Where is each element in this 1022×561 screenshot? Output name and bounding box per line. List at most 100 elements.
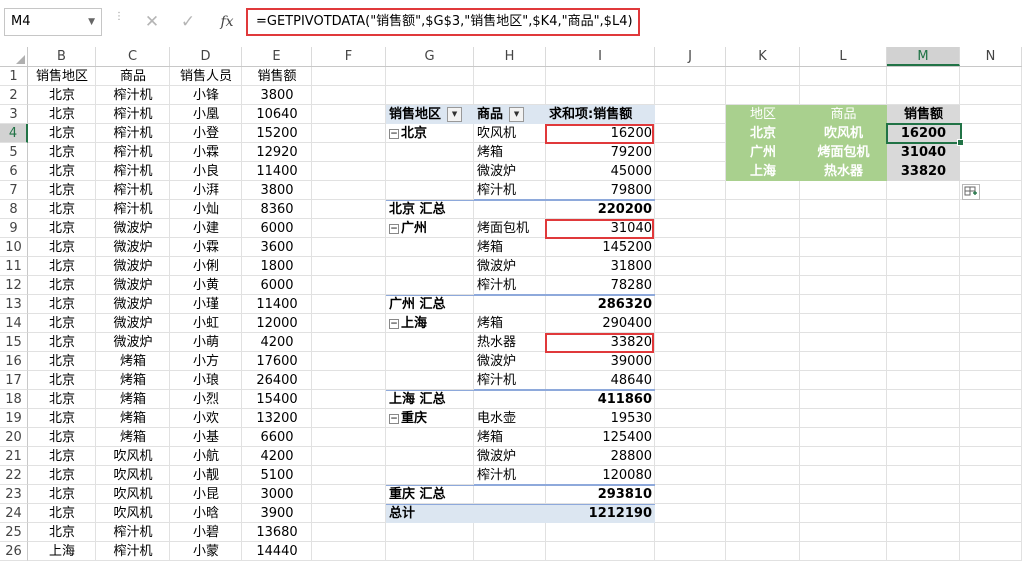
select-all-button[interactable] (0, 47, 28, 67)
source-data-cell[interactable]: 26400 (242, 371, 312, 390)
source-data-cell[interactable]: 榨汁机 (96, 200, 170, 219)
source-data-cell[interactable]: 小基 (170, 428, 242, 447)
source-data-cell[interactable]: 北京 (28, 238, 96, 257)
row-header-24[interactable]: 24 (0, 504, 28, 523)
source-data-cell[interactable]: 小烈 (170, 390, 242, 409)
source-data-cell[interactable]: 小欢 (170, 409, 242, 428)
source-data-cell[interactable]: 小碧 (170, 523, 242, 542)
source-data-cell[interactable]: 小方 (170, 352, 242, 371)
pivot-product-cell[interactable]: 热水器 (474, 333, 546, 352)
source-data-cell[interactable]: 北京 (28, 143, 96, 162)
row-header-20[interactable]: 20 (0, 428, 28, 447)
source-data-cell[interactable]: 6600 (242, 428, 312, 447)
source-header-cell[interactable]: 销售人员 (170, 67, 242, 86)
column-header-j[interactable]: J (655, 47, 726, 66)
source-data-cell[interactable]: 烤箱 (96, 352, 170, 371)
source-data-cell[interactable]: 小凰 (170, 105, 242, 124)
source-data-cell[interactable]: 3900 (242, 504, 312, 523)
source-data-cell[interactable]: 小昆 (170, 485, 242, 504)
row-header-17[interactable]: 17 (0, 371, 28, 390)
column-header-c[interactable]: C (96, 47, 170, 66)
source-data-cell[interactable]: 北京 (28, 466, 96, 485)
source-data-cell[interactable]: 烤箱 (96, 409, 170, 428)
row-header-7[interactable]: 7 (0, 181, 28, 200)
source-data-cell[interactable]: 榨汁机 (96, 105, 170, 124)
source-data-cell[interactable]: 13680 (242, 523, 312, 542)
source-header-cell[interactable]: 销售地区 (28, 67, 96, 86)
collapse-icon[interactable]: − (389, 223, 399, 234)
column-header-k[interactable]: K (726, 47, 800, 66)
source-data-cell[interactable]: 小锋 (170, 86, 242, 105)
source-data-cell[interactable]: 北京 (28, 219, 96, 238)
source-data-cell[interactable]: 小晗 (170, 504, 242, 523)
source-data-cell[interactable]: 榨汁机 (96, 124, 170, 143)
source-data-cell[interactable]: 北京 (28, 86, 96, 105)
pivot-header-region[interactable]: 销售地区 ▼ (386, 105, 474, 124)
pivot-product-cell[interactable]: 烤面包机 (474, 219, 546, 238)
pivot-header-sum[interactable]: 求和项:销售额 (546, 105, 655, 124)
source-data-cell[interactable]: 北京 (28, 162, 96, 181)
source-data-cell[interactable]: 北京 (28, 333, 96, 352)
source-data-cell[interactable]: 北京 (28, 181, 96, 200)
filter-dropdown-icon[interactable]: ▼ (509, 107, 525, 122)
row-header-12[interactable]: 12 (0, 276, 28, 295)
source-data-cell[interactable]: 北京 (28, 314, 96, 333)
source-data-cell[interactable]: 小蒙 (170, 542, 242, 561)
row-header-10[interactable]: 10 (0, 238, 28, 257)
source-data-cell[interactable]: 5100 (242, 466, 312, 485)
row-header-2[interactable]: 2 (0, 86, 28, 105)
source-data-cell[interactable]: 烤箱 (96, 428, 170, 447)
row-header-9[interactable]: 9 (0, 219, 28, 238)
source-data-cell[interactable]: 榨汁机 (96, 86, 170, 105)
pivot-subtotal-label[interactable]: 重庆 汇总 (386, 485, 474, 504)
chevron-down-icon[interactable]: ▼ (88, 9, 95, 35)
source-data-cell[interactable]: 小萌 (170, 333, 242, 352)
pivot-region-cell[interactable]: − 重庆 (386, 409, 474, 428)
source-data-cell[interactable]: 11400 (242, 295, 312, 314)
row-header-26[interactable]: 26 (0, 542, 28, 561)
collapse-icon[interactable]: − (389, 128, 399, 139)
source-data-cell[interactable]: 13200 (242, 409, 312, 428)
source-header-cell[interactable]: 商品 (96, 67, 170, 86)
lookup-header-region[interactable]: 地区 (726, 105, 800, 124)
source-data-cell[interactable]: 12000 (242, 314, 312, 333)
source-data-cell[interactable]: 吹风机 (96, 447, 170, 466)
source-data-cell[interactable]: 北京 (28, 428, 96, 447)
source-data-cell[interactable]: 6000 (242, 276, 312, 295)
source-data-cell[interactable]: 小登 (170, 124, 242, 143)
source-data-cell[interactable]: 榨汁机 (96, 542, 170, 561)
insert-function-icon[interactable]: fx (214, 10, 240, 34)
row-header-3[interactable]: 3 (0, 105, 28, 124)
pivot-value-cell[interactable]: 31800 (546, 257, 655, 276)
pivot-product-cell[interactable]: 吹风机 (474, 124, 546, 143)
name-box[interactable]: M4 ▼ (4, 8, 102, 36)
pivot-value-cell[interactable]: 39000 (546, 352, 655, 371)
source-data-cell[interactable]: 4200 (242, 447, 312, 466)
row-header-23[interactable]: 23 (0, 485, 28, 504)
pivot-product-cell[interactable]: 微波炉 (474, 162, 546, 181)
source-data-cell[interactable]: 微波炉 (96, 314, 170, 333)
source-data-cell[interactable]: 17600 (242, 352, 312, 371)
row-header-19[interactable]: 19 (0, 409, 28, 428)
pivot-product-cell[interactable]: 榨汁机 (474, 466, 546, 485)
lookup-region-cell[interactable]: 上海 (726, 162, 800, 181)
source-data-cell[interactable]: 榨汁机 (96, 143, 170, 162)
column-header-d[interactable]: D (170, 47, 242, 66)
source-data-cell[interactable]: 8360 (242, 200, 312, 219)
column-header-i[interactable]: I (546, 47, 655, 66)
source-data-cell[interactable]: 15400 (242, 390, 312, 409)
source-data-cell[interactable]: 榨汁机 (96, 162, 170, 181)
pivot-subtotal-value[interactable]: 411860 (546, 390, 655, 409)
pivot-value-cell[interactable]: 78280 (546, 276, 655, 295)
pivot-product-cell[interactable]: 微波炉 (474, 352, 546, 371)
pivot-value-cell[interactable]: 290400 (546, 314, 655, 333)
source-data-cell[interactable]: 1800 (242, 257, 312, 276)
source-data-cell[interactable]: 北京 (28, 352, 96, 371)
row-header-15[interactable]: 15 (0, 333, 28, 352)
source-data-cell[interactable]: 小靓 (170, 466, 242, 485)
pivot-value-cell[interactable]: 145200 (546, 238, 655, 257)
active-cell-m4[interactable] (886, 123, 964, 146)
source-data-cell[interactable]: 北京 (28, 409, 96, 428)
row-header-5[interactable]: 5 (0, 143, 28, 162)
pivot-subtotal-value[interactable]: 220200 (546, 200, 655, 219)
